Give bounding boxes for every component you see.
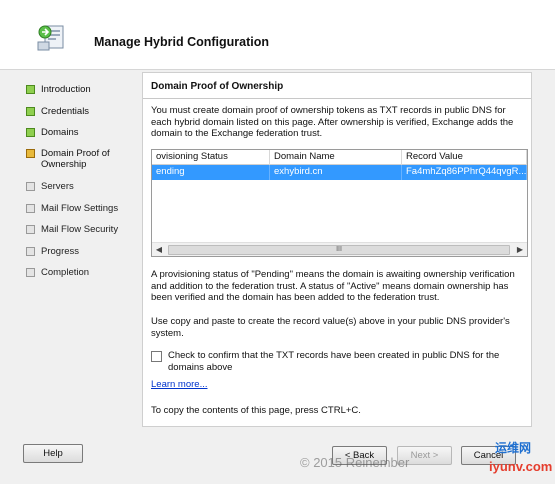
help-button[interactable]: Help — [23, 444, 83, 463]
domain-records-table[interactable]: ovisioning Status Domain Name Record Val… — [151, 149, 528, 257]
intro-text: You must create domain proof of ownershi… — [151, 105, 514, 139]
wizard-steps: Introduction Credentials Domains Domain … — [0, 71, 140, 431]
step-domain-proof: Domain Proof of Ownership — [26, 148, 129, 170]
scroll-left-icon[interactable]: ◀ — [154, 245, 164, 255]
section-divider — [143, 98, 531, 99]
confirm-txt-checkbox[interactable] — [151, 351, 162, 362]
step-label: Credentials — [41, 106, 90, 117]
wizard-title: Manage Hybrid Configuration — [94, 35, 269, 49]
step-pending-icon — [26, 204, 35, 213]
cell-record-value: Fa4mhZq86PPhrQ44qvgR... — [402, 165, 527, 180]
step-pending-icon — [26, 268, 35, 277]
step-label: Mail Flow Settings — [41, 203, 119, 214]
step-servers: Servers — [26, 181, 129, 192]
status-info-text: A provisioning status of "Pending" means… — [151, 269, 515, 303]
column-header-domain[interactable]: Domain Name — [270, 150, 402, 165]
step-label: Domain Proof of Ownership — [41, 148, 110, 170]
wizard-page: Domain Proof of Ownership You must creat… — [142, 72, 532, 427]
step-completion: Completion — [26, 267, 129, 278]
hybrid-config-icon — [36, 22, 66, 52]
copy-info-text: Use copy and paste to create the record … — [151, 316, 510, 339]
step-done-icon — [26, 107, 35, 116]
step-done-icon — [26, 85, 35, 94]
wizard-header: Manage Hybrid Configuration — [0, 0, 555, 70]
step-current-icon — [26, 149, 35, 158]
step-label: Introduction — [41, 84, 91, 95]
horizontal-scrollbar[interactable]: ◀ III ▶ — [152, 242, 527, 256]
logo-bottom-text: iyunv.com — [489, 459, 553, 474]
step-label: Mail Flow Security — [41, 224, 119, 235]
table-header: ovisioning Status Domain Name Record Val… — [152, 150, 527, 165]
step-label: Progress — [41, 246, 80, 257]
section-title: Domain Proof of Ownership — [151, 81, 284, 92]
step-label: Completion — [41, 267, 90, 278]
step-domains: Domains — [26, 127, 129, 138]
step-label: Servers — [41, 181, 74, 192]
column-header-status[interactable]: ovisioning Status — [152, 150, 270, 165]
step-pending-icon — [26, 182, 35, 191]
step-done-icon — [26, 128, 35, 137]
step-pending-icon — [26, 225, 35, 234]
column-header-record[interactable]: Record Value — [402, 150, 527, 165]
step-pending-icon — [26, 247, 35, 256]
learn-more-link[interactable]: Learn more... — [151, 379, 208, 390]
cell-status: ending — [152, 165, 270, 180]
step-mail-flow-security: Mail Flow Security — [26, 224, 129, 235]
step-credentials: Credentials — [26, 106, 129, 117]
step-label: Domains — [41, 127, 79, 138]
copy-hint-text: To copy the contents of this page, press… — [151, 405, 361, 416]
site-logo: 运维网 iyunv.com — [485, 435, 553, 483]
confirm-txt-row[interactable]: Check to confirm that the TXT records ha… — [151, 350, 523, 373]
confirm-txt-label[interactable]: Check to confirm that the TXT records ha… — [168, 350, 523, 373]
scroll-right-icon[interactable]: ▶ — [515, 245, 525, 255]
logo-top-text: 运维网 — [495, 441, 532, 455]
copyright-watermark: © 2015 Reinember — [300, 455, 410, 470]
cell-domain: exhybird.cn — [270, 165, 402, 180]
step-introduction: Introduction — [26, 84, 129, 95]
step-mail-flow-settings: Mail Flow Settings — [26, 203, 129, 214]
table-row[interactable]: ending exhybird.cn Fa4mhZq86PPhrQ44qvgR.… — [152, 165, 527, 180]
step-progress: Progress — [26, 246, 129, 257]
scroll-thumb[interactable]: III — [168, 245, 510, 255]
